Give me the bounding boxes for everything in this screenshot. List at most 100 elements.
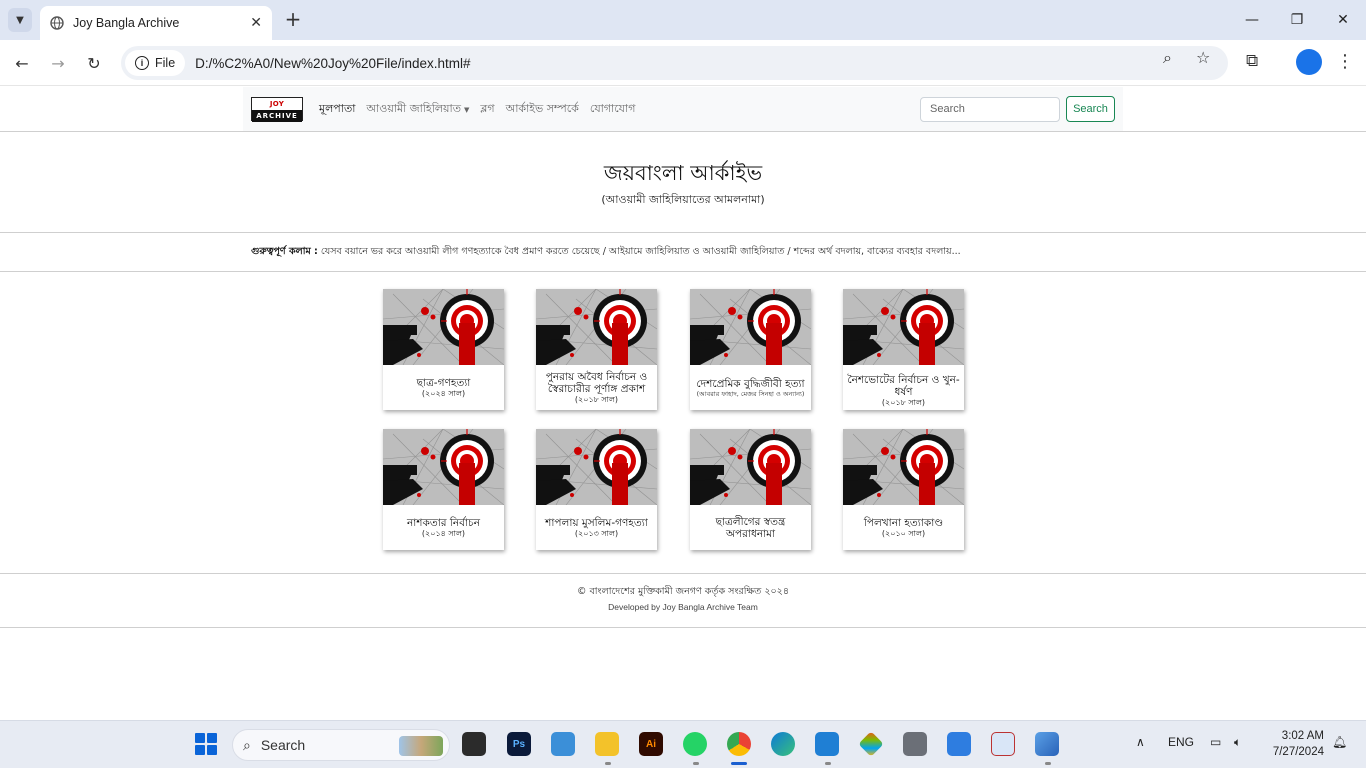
edge-icon[interactable] <box>771 732 795 756</box>
gem-app-icon[interactable] <box>858 731 884 757</box>
card-body: ছাত্রলীগের স্বতন্ত্র অপরাধনামা <box>690 505 811 550</box>
card-shapla-massacre[interactable]: শাপলায় মুসলিম-গণহত্যা (২০১৩ সাল) <box>536 429 657 550</box>
card-intellectual-killing[interactable]: দেশপ্রেমিক বুদ্ধিজীবী হত্যা (আবরার ফাহাদ… <box>690 289 811 410</box>
web-page: JOY BANGLA ARCHIVE মূলপাতা আওয়ামী জাহিল… <box>0 87 1366 720</box>
running-indicator <box>605 762 611 765</box>
browser-tab-strip: ▼ Joy Bangla Archive ✕ + — ❐ ✕ <box>0 0 1366 40</box>
divider <box>0 627 1366 628</box>
card-body: শাপলায় মুসলিম-গণহত্যা (২০১৩ সাল) <box>536 505 657 550</box>
taskbar-search-placeholder: Search <box>260 737 306 753</box>
back-arrow-icon[interactable]: ← <box>10 51 34 75</box>
globe-icon <box>50 16 64 30</box>
app-window-icon[interactable] <box>551 732 575 756</box>
reload-icon[interactable]: ↻ <box>82 51 106 75</box>
photoshop-icon[interactable]: Ps <box>507 732 531 756</box>
divider <box>0 131 1366 132</box>
notification-bell-icon[interactable]: 🔔︎ <box>1332 735 1347 749</box>
file-explorer-icon[interactable] <box>595 732 619 756</box>
nav-link-home[interactable]: মূলপাতা <box>319 100 355 119</box>
chrome-icon[interactable] <box>727 732 751 756</box>
system-clock[interactable]: 3:02 AM 7/27/2024 <box>1262 728 1324 760</box>
close-window-button[interactable]: ✕ <box>1320 6 1366 34</box>
page-subtitle: (আওয়ামী জাহিলিয়াতের আমলনামা) <box>601 193 765 206</box>
card-title: ছাত্র-গণহত্যা <box>416 376 471 389</box>
bookmark-star-icon[interactable]: ☆ <box>1196 48 1210 67</box>
site-search-button[interactable]: Search <box>1066 96 1115 122</box>
tab-title: Joy Bangla Archive <box>73 16 180 30</box>
card-body: নাশকতার নির্বাচন (২০১৪ সাল) <box>383 505 504 550</box>
card-illegal-election-2018[interactable]: পুনরায় অবৈধ নির্বাচন ও স্বৈরাচারীর পূর্… <box>536 289 657 410</box>
zoom-icon[interactable]: ⌕ <box>1163 48 1172 68</box>
vscode-icon[interactable] <box>815 732 839 756</box>
target-hand-image <box>843 429 964 505</box>
url-text[interactable]: D:/%C2%A0/New%20Joy%20File/index.html# <box>195 56 470 71</box>
nav-link-blog[interactable]: ব্লগ <box>480 100 494 119</box>
site-chip-label: File <box>155 56 176 70</box>
volume-icon[interactable]: 🔈︎ <box>1234 735 1241 750</box>
browser-tab-active[interactable]: Joy Bangla Archive ✕ <box>40 6 272 40</box>
card-student-genocide[interactable]: ছাত্র-গণহত্যা (২০২৪ সাল) <box>383 289 504 410</box>
browser-menu-icon[interactable]: ⋮ <box>1336 51 1354 72</box>
site-info-chip[interactable]: i File <box>125 50 186 76</box>
tray-chevron-icon[interactable]: ∧ <box>1136 735 1145 749</box>
brand-logo[interactable]: JOY BANGLA ARCHIVE <box>251 97 303 122</box>
divider <box>0 232 1366 233</box>
tab-search-button[interactable]: ▼ <box>8 8 32 32</box>
dropdown-caret-icon: ▼ <box>463 105 470 114</box>
brand-logo-bottom: ARCHIVE <box>252 110 302 122</box>
notepad-icon[interactable] <box>947 732 971 756</box>
target-hand-image <box>690 289 811 365</box>
nav-links: মূলপাতা আওয়ামী জাহিলিয়াত ▼ ব্লগ আর্কাইভ… <box>319 100 646 119</box>
minimize-button[interactable]: — <box>1229 6 1275 34</box>
card-night-vote-election[interactable]: নৈশভোটের নির্বাচন ও খুন-ধর্ষণ (২০১৮ সাল) <box>843 289 964 410</box>
page-title: জয়বাংলা আর্কাইভ <box>603 161 763 185</box>
profile-avatar[interactable] <box>1296 49 1322 75</box>
divider <box>0 573 1366 574</box>
divider <box>0 271 1366 272</box>
address-bar[interactable]: i File D:/%C2%A0/New%20Joy%20File/index.… <box>121 46 1228 80</box>
search-highlight-image <box>399 736 443 756</box>
card-chhatraleague-crimes[interactable]: ছাত্রলীগের স্বতন্ত্র অপরাধনামা <box>690 429 811 550</box>
card-note: (আবরার ফাহাদ, মেজর সিনহা ও অন্যান্য) <box>696 389 805 398</box>
network-icon[interactable]: ▭ <box>1210 735 1221 749</box>
target-hand-image <box>536 289 657 365</box>
footer-copyright: © বাংলাদেশের মুক্তিকামী জনগণ কর্তৃক সংরক… <box>576 586 790 597</box>
important-columns-label: গুরুত্বপূর্ণ কলাম : <box>251 246 318 257</box>
forward-arrow-icon[interactable]: → <box>46 51 70 75</box>
card-sabotage-election[interactable]: নাশকতার নির্বাচন (২০১৪ সাল) <box>383 429 504 550</box>
important-columns-text[interactable]: যেসব বয়ানে ভর করে আওয়ামী লীগ গণহত্যাকে… <box>318 246 961 257</box>
clock-time: 3:02 AM <box>1281 730 1324 742</box>
snipping-tool-icon[interactable] <box>991 732 1015 756</box>
maximize-button[interactable]: ❐ <box>1274 6 1320 34</box>
windows-start-icon[interactable] <box>195 733 217 755</box>
card-year: (২০১৪ সাল) <box>421 528 466 538</box>
chevron-down-icon: ▼ <box>16 14 24 26</box>
card-year: (২০১৮ সাল) <box>881 398 926 407</box>
target-hand-image <box>383 289 504 365</box>
new-tab-button[interactable]: + <box>282 8 304 30</box>
illustrator-icon[interactable]: Ai <box>639 732 663 756</box>
extensions-icon[interactable]: ⧉ <box>1246 51 1258 71</box>
calculator-icon[interactable] <box>903 732 927 756</box>
task-view-icon[interactable] <box>462 732 486 756</box>
running-indicator <box>693 762 699 765</box>
tab-close-icon[interactable]: ✕ <box>250 15 262 31</box>
card-pilkhana-massacre[interactable]: পিলখানা হত্যাকাণ্ড (২০১০ সাল) <box>843 429 964 550</box>
photos-icon[interactable] <box>1035 732 1059 756</box>
language-indicator[interactable]: ENG <box>1168 735 1194 749</box>
nav-link-about[interactable]: আর্কাইভ সম্পর্কে <box>506 100 579 119</box>
site-search-input[interactable]: Search <box>920 97 1060 122</box>
nav-link-awami-jahiliyat[interactable]: আওয়ামী জাহিলিয়াত ▼ <box>366 100 469 119</box>
active-indicator <box>731 762 747 765</box>
important-columns-bar: গুরুত্বপূর্ণ কলাম : যেসব বয়ানে ভর করে আ… <box>251 245 1151 260</box>
site-navbar: JOY BANGLA ARCHIVE মূলপাতা আওয়ামী জাহিল… <box>243 87 1123 131</box>
nav-link-contact[interactable]: যোগাযোগ <box>590 100 636 119</box>
card-title: নৈশভোটের নির্বাচন ও খুন-ধর্ষণ <box>847 374 960 398</box>
target-hand-image <box>536 429 657 505</box>
card-year: (২০১৩ সাল) <box>574 528 619 538</box>
taskbar-search[interactable]: ⌕ Search <box>232 729 450 761</box>
whatsapp-icon[interactable] <box>683 732 707 756</box>
card-title: শাপলায় মুসলিম-গণহত্যা <box>545 516 648 529</box>
card-body: দেশপ্রেমিক বুদ্ধিজীবী হত্যা (আবরার ফাহাদ… <box>690 365 811 410</box>
target-hand-image <box>690 429 811 505</box>
